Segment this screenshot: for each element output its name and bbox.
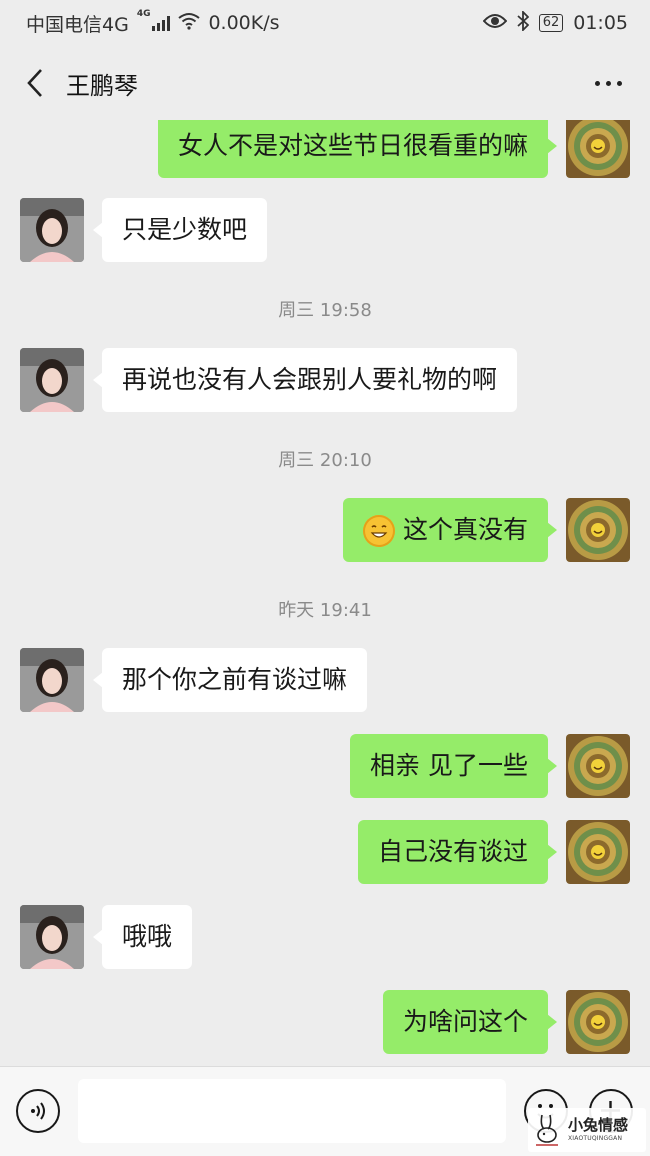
clock: 01:05 bbox=[573, 12, 628, 34]
timestamp: 周三 19:58 bbox=[278, 300, 372, 321]
my-avatar[interactable] bbox=[566, 990, 630, 1054]
chat-header: 王鹏琴 bbox=[0, 46, 650, 120]
message-bubble-outgoing[interactable]: 相亲 见了一些 bbox=[350, 734, 557, 798]
message-text: 这个真没有 bbox=[402, 515, 528, 544]
wifi-icon bbox=[178, 12, 201, 35]
battery-level: 62 bbox=[542, 15, 560, 30]
more-dots-icon bbox=[595, 80, 622, 86]
back-button[interactable] bbox=[18, 63, 52, 103]
grin-emoji-icon bbox=[362, 515, 395, 547]
message-text: 哦哦 bbox=[122, 922, 173, 951]
eye-icon bbox=[482, 12, 508, 34]
my-avatar-image bbox=[566, 498, 630, 562]
message-bubble-incoming[interactable]: 哦哦 bbox=[92, 905, 193, 969]
my-avatar-image bbox=[566, 820, 630, 884]
contact-avatar[interactable] bbox=[20, 348, 84, 412]
contact-avatar-image bbox=[20, 348, 84, 412]
message-list[interactable]: 女人不是对这些节日很看重的嘛 只是少数吧 周三 19:58 再说也没有人会跟别人… bbox=[0, 120, 650, 1066]
network-badge: 4G bbox=[136, 9, 151, 19]
my-avatar[interactable] bbox=[566, 734, 630, 798]
contact-avatar[interactable] bbox=[20, 198, 84, 262]
more-button[interactable] bbox=[585, 71, 632, 96]
message-text: 相亲 见了一些 bbox=[370, 751, 528, 780]
message-bubble-incoming[interactable]: 再说也没有人会跟别人要礼物的啊 bbox=[92, 348, 518, 412]
watermark: 小兔情感 XIAOTUQINGGAN bbox=[528, 1108, 646, 1152]
my-avatar[interactable] bbox=[566, 120, 630, 178]
voice-button[interactable] bbox=[16, 1089, 60, 1133]
watermark-title: 小兔情感 bbox=[568, 1116, 629, 1134]
chevron-left-icon bbox=[27, 69, 42, 97]
message-bubble-outgoing[interactable]: 自己没有谈过 bbox=[357, 820, 558, 884]
contact-avatar-image bbox=[20, 905, 84, 969]
message-bubble-incoming[interactable]: 那个你之前有谈过嘛 bbox=[92, 648, 368, 712]
message-text: 那个你之前有谈过嘛 bbox=[122, 665, 348, 694]
carrier-label: 中国电信4G bbox=[26, 13, 129, 36]
contact-avatar[interactable] bbox=[20, 648, 84, 712]
timestamp: 昨天 19:41 bbox=[278, 600, 372, 621]
timestamp: 周三 20:10 bbox=[278, 450, 372, 471]
my-avatar-image bbox=[566, 734, 630, 798]
message-bubble-outgoing[interactable]: 这个真没有 bbox=[342, 498, 558, 562]
message-bubble-incoming[interactable]: 只是少数吧 bbox=[92, 198, 268, 262]
my-avatar-image bbox=[566, 990, 630, 1054]
status-bar: 中国电信4G 4G 0.00K/s 62 01:05 bbox=[0, 0, 650, 46]
speed-label: 0.00K/s bbox=[208, 12, 280, 34]
contact-name: 王鹏琴 bbox=[66, 71, 138, 100]
message-text: 再说也没有人会跟别人要礼物的啊 bbox=[122, 365, 498, 394]
contact-avatar-image bbox=[20, 648, 84, 712]
rabbit-logo-icon bbox=[536, 1114, 558, 1146]
watermark-subtitle: XIAOTUQINGGAN bbox=[568, 1135, 623, 1142]
message-text: 为啥问这个 bbox=[402, 1007, 528, 1036]
my-avatar-image bbox=[566, 120, 630, 178]
my-avatar[interactable] bbox=[566, 498, 630, 562]
my-avatar[interactable] bbox=[566, 820, 630, 884]
message-bubble-outgoing[interactable]: 女人不是对这些节日很看重的嘛 bbox=[157, 120, 558, 178]
bluetooth-icon bbox=[517, 9, 529, 36]
contact-avatar-image bbox=[20, 198, 84, 262]
signal-icon: 4G bbox=[137, 9, 171, 31]
voice-icon bbox=[31, 1102, 45, 1120]
contact-avatar[interactable] bbox=[20, 905, 84, 969]
battery-icon: 62 bbox=[538, 14, 564, 32]
message-text: 只是少数吧 bbox=[122, 215, 248, 244]
message-input[interactable] bbox=[78, 1079, 506, 1143]
message-text: 自己没有谈过 bbox=[377, 837, 528, 866]
message-bubble-outgoing[interactable]: 为啥问这个 bbox=[382, 990, 558, 1054]
message-text: 女人不是对这些节日很看重的嘛 bbox=[177, 131, 528, 160]
